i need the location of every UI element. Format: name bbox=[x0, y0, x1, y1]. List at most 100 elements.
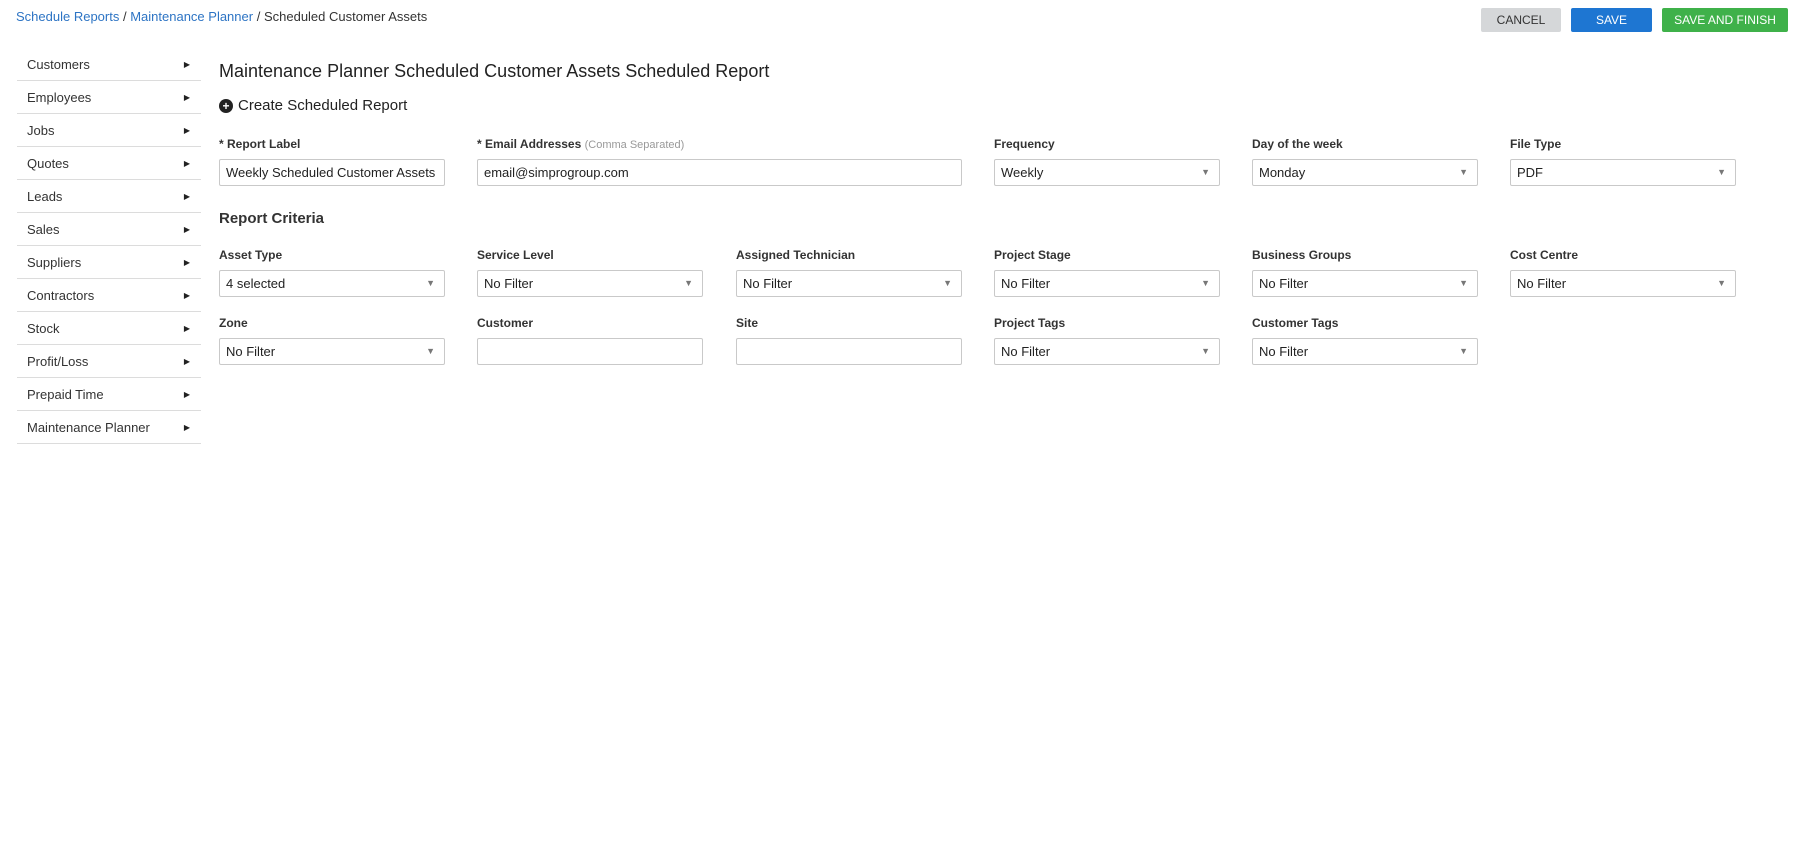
caret-right-icon: ▶ bbox=[183, 422, 190, 432]
sidebar-item-stock[interactable]: Stock ▶ bbox=[17, 312, 201, 345]
customer-label: Customer bbox=[477, 316, 534, 330]
sidebar-item-employees[interactable]: Employees ▶ bbox=[17, 81, 201, 114]
frequency-select[interactable]: Weekly ▼ bbox=[994, 159, 1220, 186]
save-and-finish-button[interactable]: SAVE AND FINISH bbox=[1662, 8, 1788, 32]
sidebar-item-label: Maintenance Planner bbox=[27, 419, 150, 435]
email-addresses-label: * Email Addresses (Comma Separated) bbox=[477, 137, 962, 152]
dropdown-arrow-icon: ▼ bbox=[1717, 167, 1726, 177]
breadcrumb-schedule-reports[interactable]: Schedule Reports bbox=[16, 9, 119, 24]
file-type-select[interactable]: PDF ▼ bbox=[1510, 159, 1736, 186]
cancel-button[interactable]: CANCEL bbox=[1481, 8, 1561, 32]
caret-right-icon: ▶ bbox=[183, 158, 190, 168]
caret-right-icon: ▶ bbox=[183, 92, 190, 102]
caret-right-icon: ▶ bbox=[183, 356, 190, 366]
sidebar-item-customers[interactable]: Customers ▶ bbox=[17, 48, 201, 81]
caret-right-icon: ▶ bbox=[183, 323, 190, 333]
sidebar-item-contractors[interactable]: Contractors ▶ bbox=[17, 279, 201, 312]
breadcrumb-maintenance-planner[interactable]: Maintenance Planner bbox=[130, 9, 253, 24]
asset-type-field: Asset Type 4 selected ▼ bbox=[219, 248, 445, 297]
sidebar: Customers ▶ Employees ▶ Jobs ▶ Quotes ▶ Lead… bbox=[17, 48, 201, 444]
email-addresses-input[interactable]: email@simprogroup.com bbox=[477, 159, 962, 186]
caret-right-icon: ▶ bbox=[183, 191, 190, 201]
cost-centre-select[interactable]: No Filter ▼ bbox=[1510, 270, 1736, 297]
day-of-week-select[interactable]: Monday ▼ bbox=[1252, 159, 1478, 186]
assigned-technician-field: Assigned Technician No Filter ▼ bbox=[736, 248, 962, 297]
customer-tags-field: Customer Tags No Filter ▼ bbox=[1252, 316, 1478, 365]
dropdown-arrow-icon: ▼ bbox=[684, 278, 693, 288]
save-button[interactable]: SAVE bbox=[1571, 8, 1652, 32]
breadcrumb: Schedule Reports / Maintenance Planner /… bbox=[16, 9, 427, 25]
report-label-input[interactable]: Weekly Scheduled Customer Assets bbox=[219, 159, 445, 186]
sidebar-item-prepaid-time[interactable]: Prepaid Time ▶ bbox=[17, 378, 201, 411]
project-stage-value: No Filter bbox=[1001, 276, 1051, 291]
business-groups-select[interactable]: No Filter ▼ bbox=[1252, 270, 1478, 297]
breadcrumb-separator: / bbox=[256, 9, 261, 24]
report-label-field: * Report Label Weekly Scheduled Customer… bbox=[219, 137, 445, 186]
zone-label: Zone bbox=[219, 316, 248, 330]
sidebar-item-jobs[interactable]: Jobs ▶ bbox=[17, 114, 201, 147]
sidebar-item-label: Quotes bbox=[27, 155, 69, 171]
dropdown-arrow-icon: ▼ bbox=[1717, 278, 1726, 288]
breadcrumb-current: Scheduled Customer Assets bbox=[263, 9, 428, 24]
cost-centre-value: No Filter bbox=[1517, 276, 1567, 291]
frequency-field: Frequency Weekly ▼ bbox=[994, 137, 1220, 186]
customer-input[interactable] bbox=[477, 338, 703, 365]
caret-right-icon: ▶ bbox=[183, 59, 190, 69]
sidebar-item-label: Profit/Loss bbox=[27, 353, 89, 369]
sidebar-item-leads[interactable]: Leads ▶ bbox=[17, 180, 201, 213]
project-stage-field: Project Stage No Filter ▼ bbox=[994, 248, 1220, 297]
assigned-technician-label: Assigned Technician bbox=[736, 248, 856, 262]
frequency-label: Frequency bbox=[994, 137, 1055, 151]
customer-tags-select[interactable]: No Filter ▼ bbox=[1252, 338, 1478, 365]
service-level-select[interactable]: No Filter ▼ bbox=[477, 270, 703, 297]
customer-tags-value: No Filter bbox=[1259, 344, 1309, 359]
day-of-week-value: Monday bbox=[1259, 165, 1306, 180]
site-label: Site bbox=[736, 316, 759, 330]
project-stage-select[interactable]: No Filter ▼ bbox=[994, 270, 1220, 297]
sidebar-item-quotes[interactable]: Quotes ▶ bbox=[17, 147, 201, 180]
zone-field: Zone No Filter ▼ bbox=[219, 316, 445, 365]
asset-type-select[interactable]: 4 selected ▼ bbox=[219, 270, 445, 297]
business-groups-label: Business Groups bbox=[1252, 248, 1352, 262]
dropdown-arrow-icon: ▼ bbox=[943, 278, 952, 288]
report-criteria-title: Report Criteria bbox=[219, 210, 325, 227]
sidebar-item-suppliers[interactable]: Suppliers ▶ bbox=[17, 246, 201, 279]
sidebar-item-label: Sales bbox=[27, 221, 60, 237]
project-stage-label: Project Stage bbox=[994, 248, 1071, 262]
email-hint: (Comma Separated) bbox=[584, 139, 685, 151]
caret-right-icon: ▶ bbox=[183, 290, 190, 300]
sidebar-item-label: Jobs bbox=[27, 122, 55, 138]
customer-field: Customer bbox=[477, 316, 703, 365]
site-input[interactable] bbox=[736, 338, 962, 365]
zone-select[interactable]: No Filter ▼ bbox=[219, 338, 445, 365]
project-tags-select[interactable]: No Filter ▼ bbox=[994, 338, 1220, 365]
sidebar-item-profit-loss[interactable]: Profit/Loss ▶ bbox=[17, 345, 201, 378]
day-of-week-label: Day of the week bbox=[1252, 137, 1343, 151]
dropdown-arrow-icon: ▼ bbox=[1201, 346, 1210, 356]
site-field: Site bbox=[736, 316, 962, 365]
sidebar-item-maintenance-planner[interactable]: Maintenance Planner ▶ bbox=[17, 411, 201, 444]
breadcrumb-separator: / bbox=[122, 9, 127, 24]
caret-right-icon: ▶ bbox=[183, 224, 190, 234]
sidebar-item-label: Employees bbox=[27, 89, 92, 105]
frequency-value: Weekly bbox=[1001, 165, 1044, 180]
service-level-field: Service Level No Filter ▼ bbox=[477, 248, 703, 297]
sidebar-item-label: Stock bbox=[27, 320, 60, 336]
sidebar-item-sales[interactable]: Sales ▶ bbox=[17, 213, 201, 246]
project-tags-field: Project Tags No Filter ▼ bbox=[994, 316, 1220, 365]
project-tags-label: Project Tags bbox=[994, 316, 1066, 330]
top-actions: CANCEL SAVE SAVE AND FINISH bbox=[1481, 8, 1788, 32]
cost-centre-label: Cost Centre bbox=[1510, 248, 1579, 262]
zone-value: No Filter bbox=[226, 344, 276, 359]
email-label-text: * Email Addresses bbox=[477, 137, 582, 151]
sidebar-item-label: Contractors bbox=[27, 287, 95, 303]
dropdown-arrow-icon: ▼ bbox=[426, 278, 435, 288]
dropdown-arrow-icon: ▼ bbox=[1201, 278, 1210, 288]
project-tags-value: No Filter bbox=[1001, 344, 1051, 359]
dropdown-arrow-icon: ▼ bbox=[1459, 167, 1468, 177]
assigned-technician-value: No Filter bbox=[743, 276, 793, 291]
business-groups-value: No Filter bbox=[1259, 276, 1309, 291]
assigned-technician-select[interactable]: No Filter ▼ bbox=[736, 270, 962, 297]
create-scheduled-report: + Create Scheduled Report bbox=[219, 96, 1739, 116]
cost-centre-field: Cost Centre No Filter ▼ bbox=[1510, 248, 1736, 297]
